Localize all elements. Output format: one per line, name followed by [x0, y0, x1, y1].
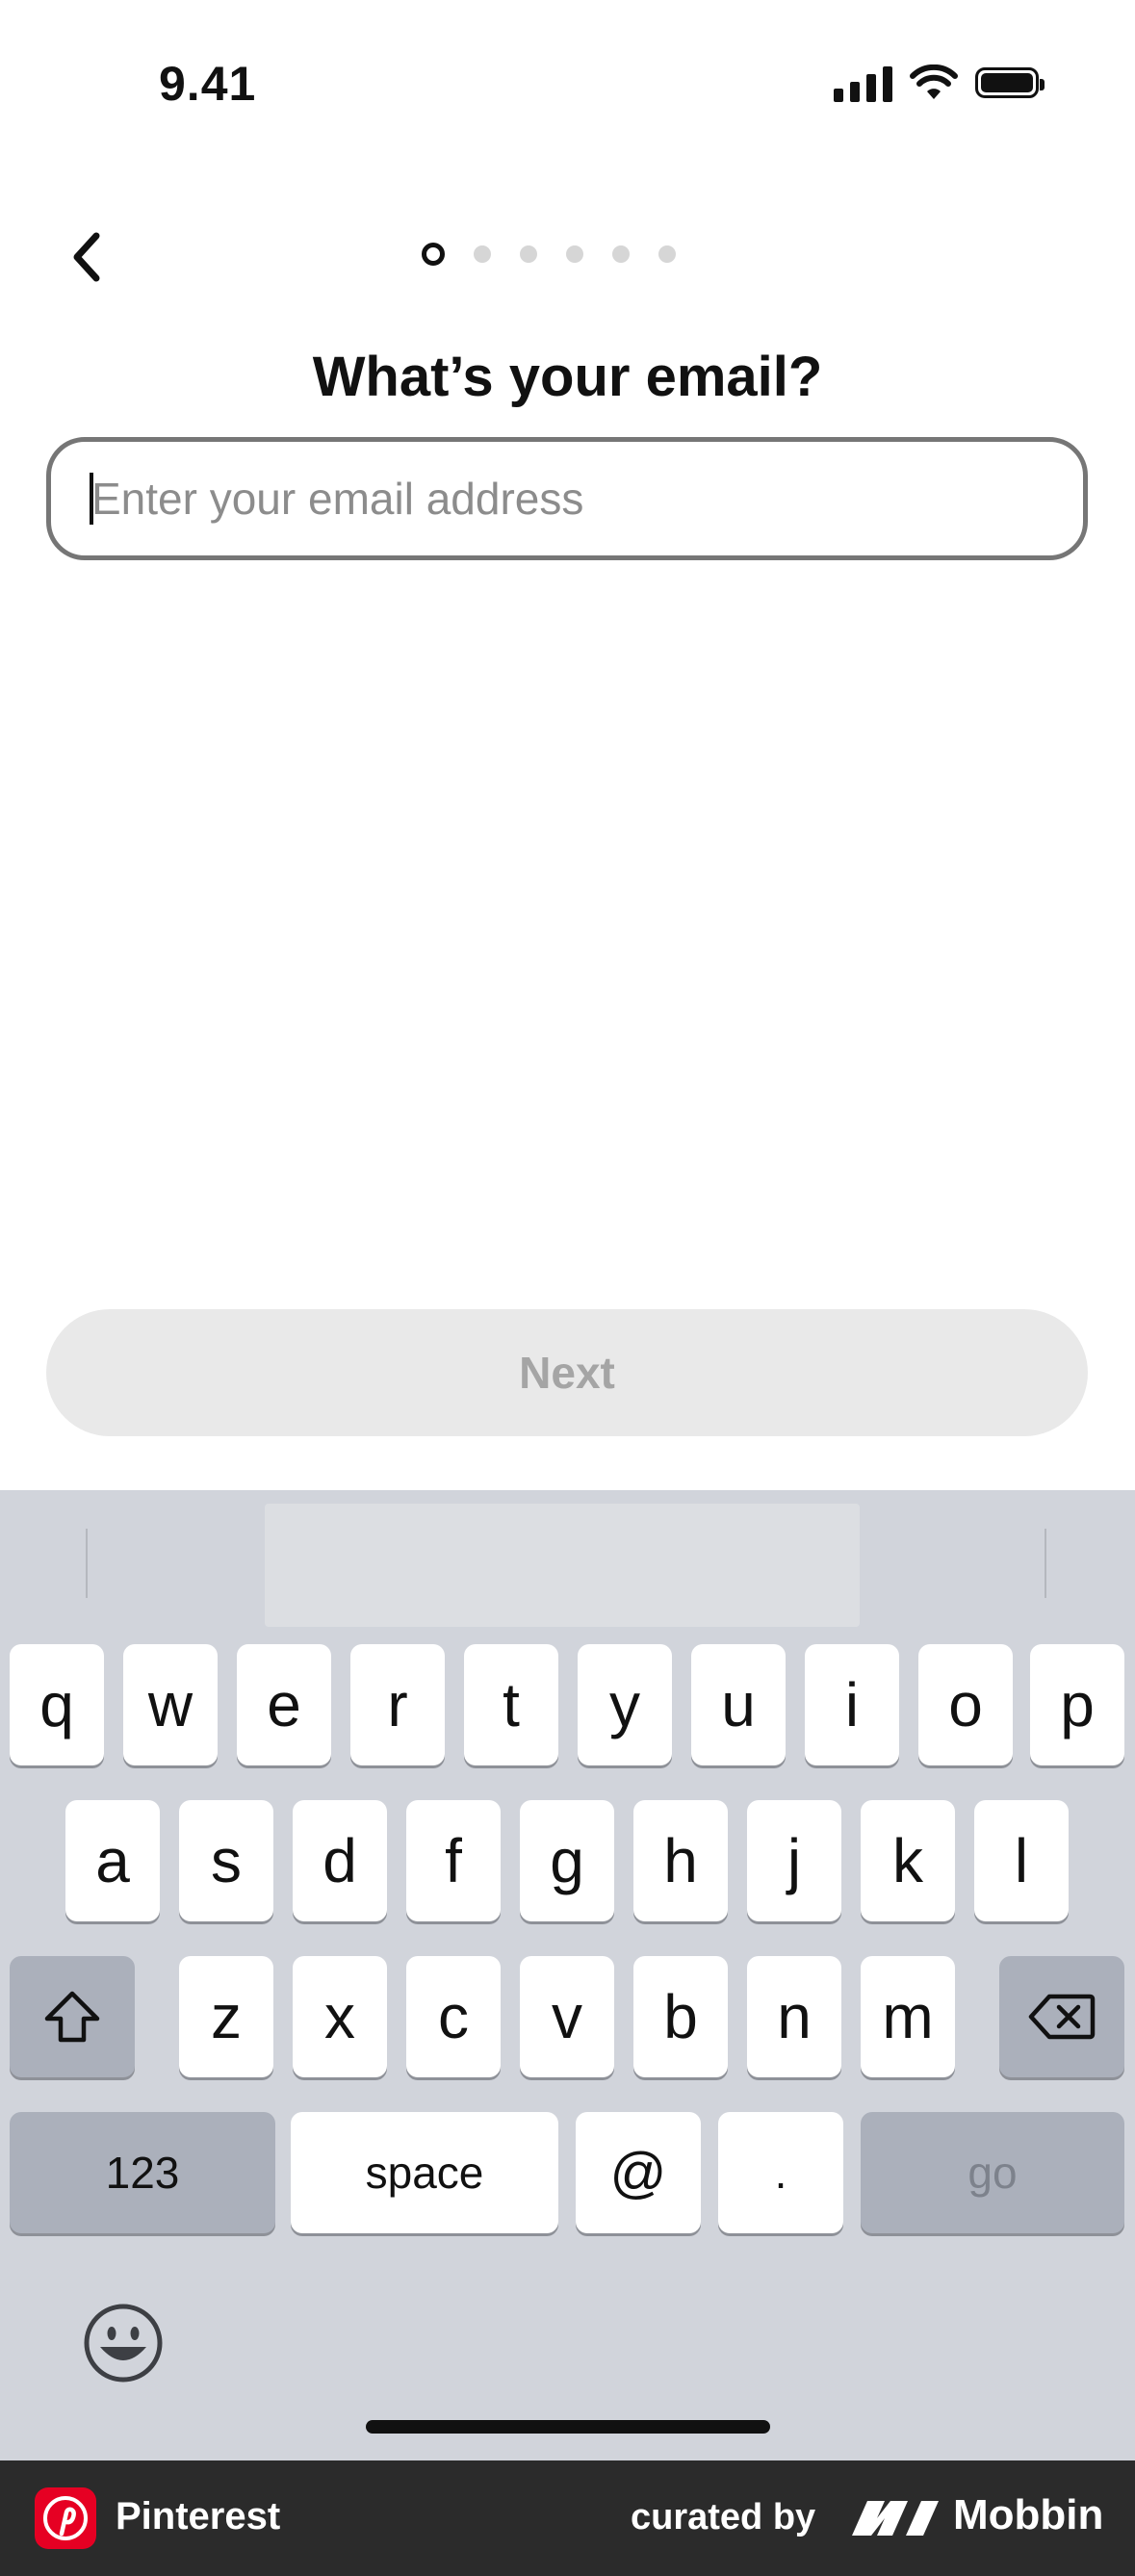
key-d[interactable]: d [293, 1800, 387, 1921]
space-key[interactable]: space [291, 2112, 558, 2233]
key-b[interactable]: b [633, 1956, 728, 2077]
email-field-container[interactable] [46, 437, 1088, 560]
shift-key[interactable] [10, 1956, 135, 2077]
key-t[interactable]: t [464, 1644, 558, 1765]
key-l[interactable]: l [974, 1800, 1069, 1921]
curated-by-label: curated by [631, 2497, 816, 2537]
shift-arrow-icon [44, 1991, 100, 2043]
key-p[interactable]: p [1030, 1644, 1124, 1765]
battery-icon [975, 67, 1045, 98]
progress-dot-active [422, 243, 445, 266]
key-j[interactable]: j [747, 1800, 841, 1921]
key-y[interactable]: y [578, 1644, 672, 1765]
key-h[interactable]: h [633, 1800, 728, 1921]
home-indicator[interactable] [366, 2420, 770, 2434]
status-icons [834, 64, 1045, 102]
key-c[interactable]: c [406, 1956, 501, 2077]
next-button[interactable]: Next [46, 1309, 1088, 1436]
key-w[interactable]: w [123, 1644, 218, 1765]
progress-dot [566, 245, 583, 263]
mobbin-logo-icon [852, 2501, 939, 2536]
app-name: Pinterest [116, 2495, 281, 2537]
key-x[interactable]: x [293, 1956, 387, 2077]
attribution-footer: Pinterest curated by Mobbin [0, 2460, 1135, 2576]
progress-dot [520, 245, 537, 263]
period-key[interactable]: . [718, 2112, 843, 2233]
email-input[interactable] [90, 472, 1037, 526]
progress-dots [422, 243, 676, 266]
status-time: 9.41 [159, 57, 257, 111]
page-title: What’s your email? [312, 346, 823, 408]
go-key[interactable]: go [861, 2112, 1124, 2233]
progress-dot [474, 245, 491, 263]
key-s[interactable]: s [179, 1800, 273, 1921]
keyboard: q w e r t y u i o p a s d f g h j k l z … [0, 1490, 1135, 2460]
key-e[interactable]: e [237, 1644, 331, 1765]
at-key[interactable]: @ [576, 2112, 701, 2233]
suggestion-divider [1045, 1529, 1046, 1598]
key-u[interactable]: u [691, 1644, 786, 1765]
key-a[interactable]: a [65, 1800, 160, 1921]
cellular-signal-icon [834, 64, 892, 102]
key-z[interactable]: z [179, 1956, 273, 2077]
back-button[interactable] [58, 223, 116, 291]
wifi-icon [910, 64, 958, 99]
numbers-key[interactable]: 123 [10, 2112, 275, 2233]
pinterest-logo-icon [35, 2487, 96, 2549]
suggestion-divider [86, 1529, 88, 1598]
progress-dot [658, 245, 676, 263]
chevron-left-icon [73, 232, 100, 282]
progress-dot [612, 245, 630, 263]
key-v[interactable]: v [520, 1956, 614, 2077]
key-g[interactable]: g [520, 1800, 614, 1921]
suggestion-bar[interactable] [265, 1504, 860, 1627]
key-i[interactable]: i [805, 1644, 899, 1765]
key-m[interactable]: m [861, 1956, 955, 2077]
key-f[interactable]: f [406, 1800, 501, 1921]
key-n[interactable]: n [747, 1956, 841, 2077]
key-r[interactable]: r [350, 1644, 445, 1765]
key-k[interactable]: k [861, 1800, 955, 1921]
key-o[interactable]: o [918, 1644, 1013, 1765]
emoji-icon[interactable] [81, 2301, 166, 2385]
key-q[interactable]: q [10, 1644, 104, 1765]
mobbin-brand: Mobbin [953, 2491, 1104, 2538]
screen: 9.41 What’s your email? Next [0, 0, 1135, 2460]
backspace-icon [1028, 1994, 1096, 2040]
delete-key[interactable] [999, 1956, 1124, 2077]
